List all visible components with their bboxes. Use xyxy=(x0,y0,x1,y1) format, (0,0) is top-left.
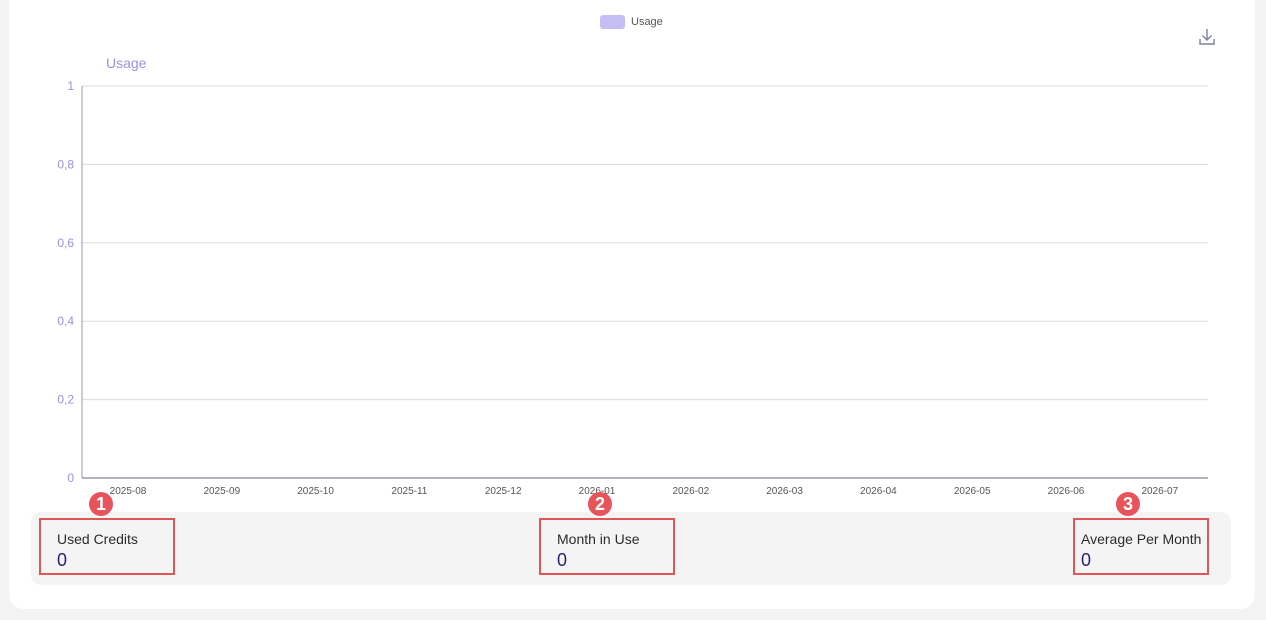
x-tick-label: 2026-07 xyxy=(1141,486,1178,497)
month-in-use-stat: Month in Use 0 xyxy=(539,518,675,575)
y-tick-label: 0,4 xyxy=(57,314,74,328)
y-tick-label: 0,6 xyxy=(57,236,74,250)
x-tick-label: 2026-06 xyxy=(1048,486,1085,497)
usage-chart: Usage 0 0,2 0,4 0,6 0,8 1 2025-08 2025-09 2025-10… xyxy=(57,55,1208,497)
x-tick-label: 2025-08 xyxy=(110,486,147,497)
used-credits-stat: Used Credits 0 xyxy=(39,518,175,575)
y-tick-label: 1 xyxy=(67,79,74,93)
x-tick-label: 2025-10 xyxy=(297,486,334,497)
month-in-use-label: Month in Use xyxy=(557,531,640,547)
y-tick-label: 0,2 xyxy=(57,393,74,407)
y-axis-title: Usage xyxy=(106,55,147,71)
used-credits-label: Used Credits xyxy=(57,531,138,547)
marker-2: 2 xyxy=(588,492,612,516)
y-tick-label: 0,8 xyxy=(57,157,74,171)
x-tick-label: 2026-03 xyxy=(766,486,803,497)
y-tick-label: 0 xyxy=(67,471,74,485)
marker-3: 3 xyxy=(1116,492,1140,516)
x-tick-label: 2026-05 xyxy=(954,486,991,497)
average-per-month-label: Average Per Month xyxy=(1081,531,1202,547)
used-credits-value: 0 xyxy=(57,550,68,570)
stats-bar: Used Credits 0 Month in Use 0 Average Pe… xyxy=(31,512,1231,585)
x-tick-label: 2025-11 xyxy=(391,486,427,497)
x-tick-label: 2025-12 xyxy=(485,486,522,497)
month-in-use-value: 0 xyxy=(557,550,568,570)
marker-1: 1 xyxy=(89,492,113,516)
x-tick-label: 2026-04 xyxy=(860,486,897,497)
x-tick-label: 2025-09 xyxy=(203,486,240,497)
x-tick-label: 2026-02 xyxy=(672,486,709,497)
average-per-month-value: 0 xyxy=(1081,550,1092,570)
average-per-month-stat: Average Per Month 0 xyxy=(1073,518,1209,575)
